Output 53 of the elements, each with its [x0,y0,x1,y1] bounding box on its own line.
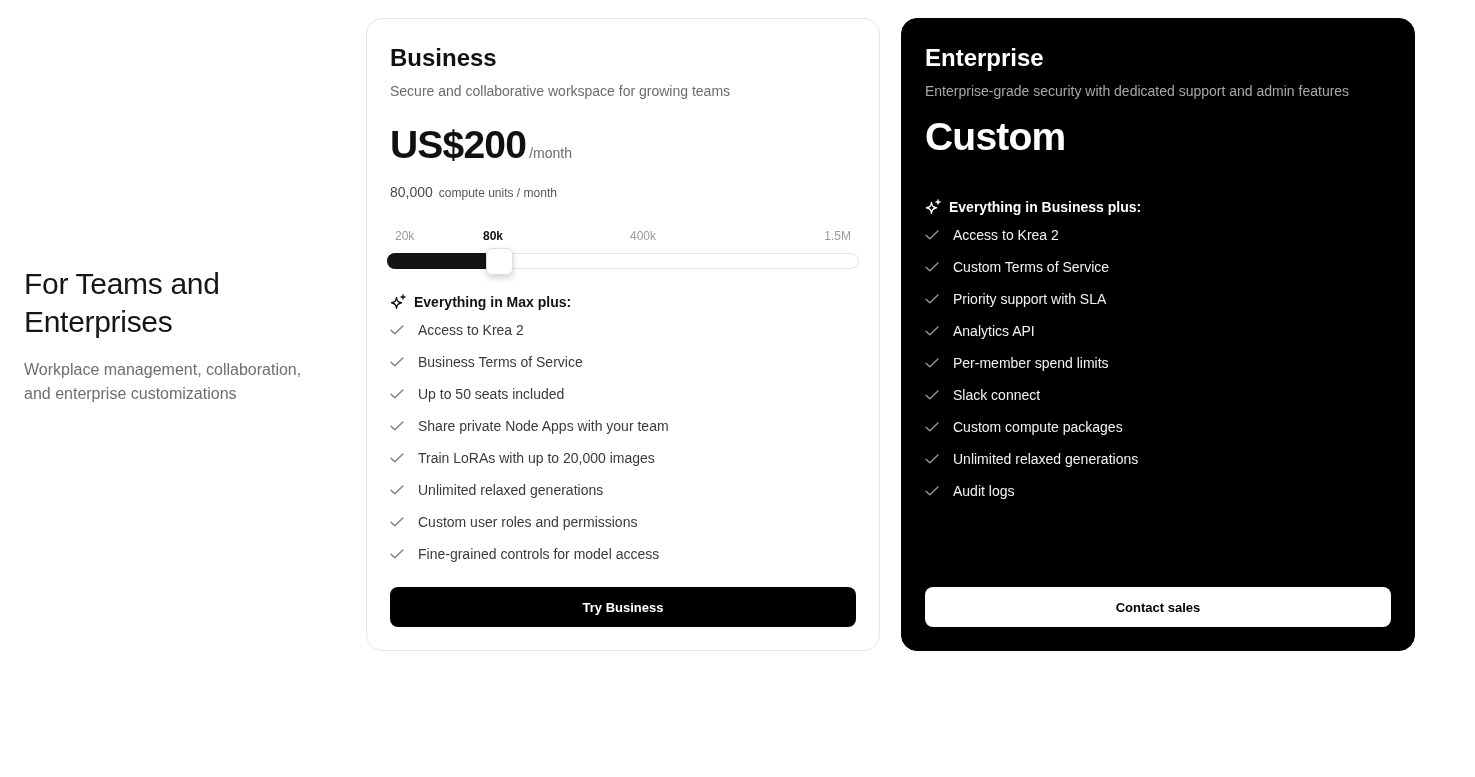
feature-text: Custom compute packages [953,418,1123,437]
feature-text: Access to Krea 2 [418,321,524,340]
feature-text: Audit logs [953,482,1015,501]
plan-description: Enterprise-grade security with dedicated support and admin features [925,82,1350,101]
feature-text: Business Terms of Service [418,353,583,372]
sparkle-icon [390,294,406,310]
slider-thumb[interactable] [486,248,514,275]
feature-text: Train LoRAs with up to 20,000 images [418,449,655,468]
plan-button[interactable]: Contact sales [925,587,1391,627]
check-icon [390,453,404,463]
plan-price: Custom [925,114,1066,160]
check-icon [390,517,404,527]
section-subtitle: Workplace management, collaboration, and enterprise customizations [24,360,303,404]
check-icon [925,326,939,336]
check-icon [390,389,404,399]
feature-text: Up to 50 seats included [418,385,565,404]
feature-text: Priority support with SLA [953,290,1107,309]
slider-step-label[interactable]: 80k [483,228,504,244]
feature-text: Custom Terms of Service [953,258,1110,277]
price-period: /month [529,145,572,161]
plan-name: Business [390,43,497,73]
feature-text: Analytics API [953,322,1035,341]
plan-description: Secure and collaborative workspace for growing teams [390,82,731,101]
feature-text: Unlimited relaxed generations [953,450,1139,469]
plan-button[interactable]: Try Business [390,587,856,627]
check-icon [925,262,939,272]
credits-amount: 80,000 [390,183,433,202]
check-icon [925,294,939,304]
check-icon [390,421,404,431]
credits-unit: compute units / month [438,185,557,202]
features-heading: Everything in Business plus: [949,198,1142,217]
feature-text: Access to Krea 2 [953,226,1059,245]
features-heading: Everything in Max plus: [414,293,572,312]
feature-text: Share private Node Apps with your team [418,417,669,436]
check-icon [925,486,939,496]
check-icon [390,549,404,559]
check-icon [390,357,404,367]
feature-text: Fine-grained controls for model access [418,545,660,564]
plan-price: US$200 [390,122,527,168]
check-icon [925,358,939,368]
feature-text: Custom user roles and permissions [418,513,638,532]
feature-text: Slack connect [953,386,1041,405]
check-icon [925,230,939,240]
check-icon [925,454,939,464]
check-icon [390,325,404,335]
feature-text: Per-member spend limits [953,354,1109,373]
plan-name: Enterprise [925,43,1044,73]
check-icon [925,390,939,400]
check-icon [390,485,404,495]
sparkle-icon [925,199,941,215]
feature-text: Unlimited relaxed generations [418,481,604,500]
check-icon [925,422,939,432]
section-title: For Teams and Enterprises [24,266,221,340]
